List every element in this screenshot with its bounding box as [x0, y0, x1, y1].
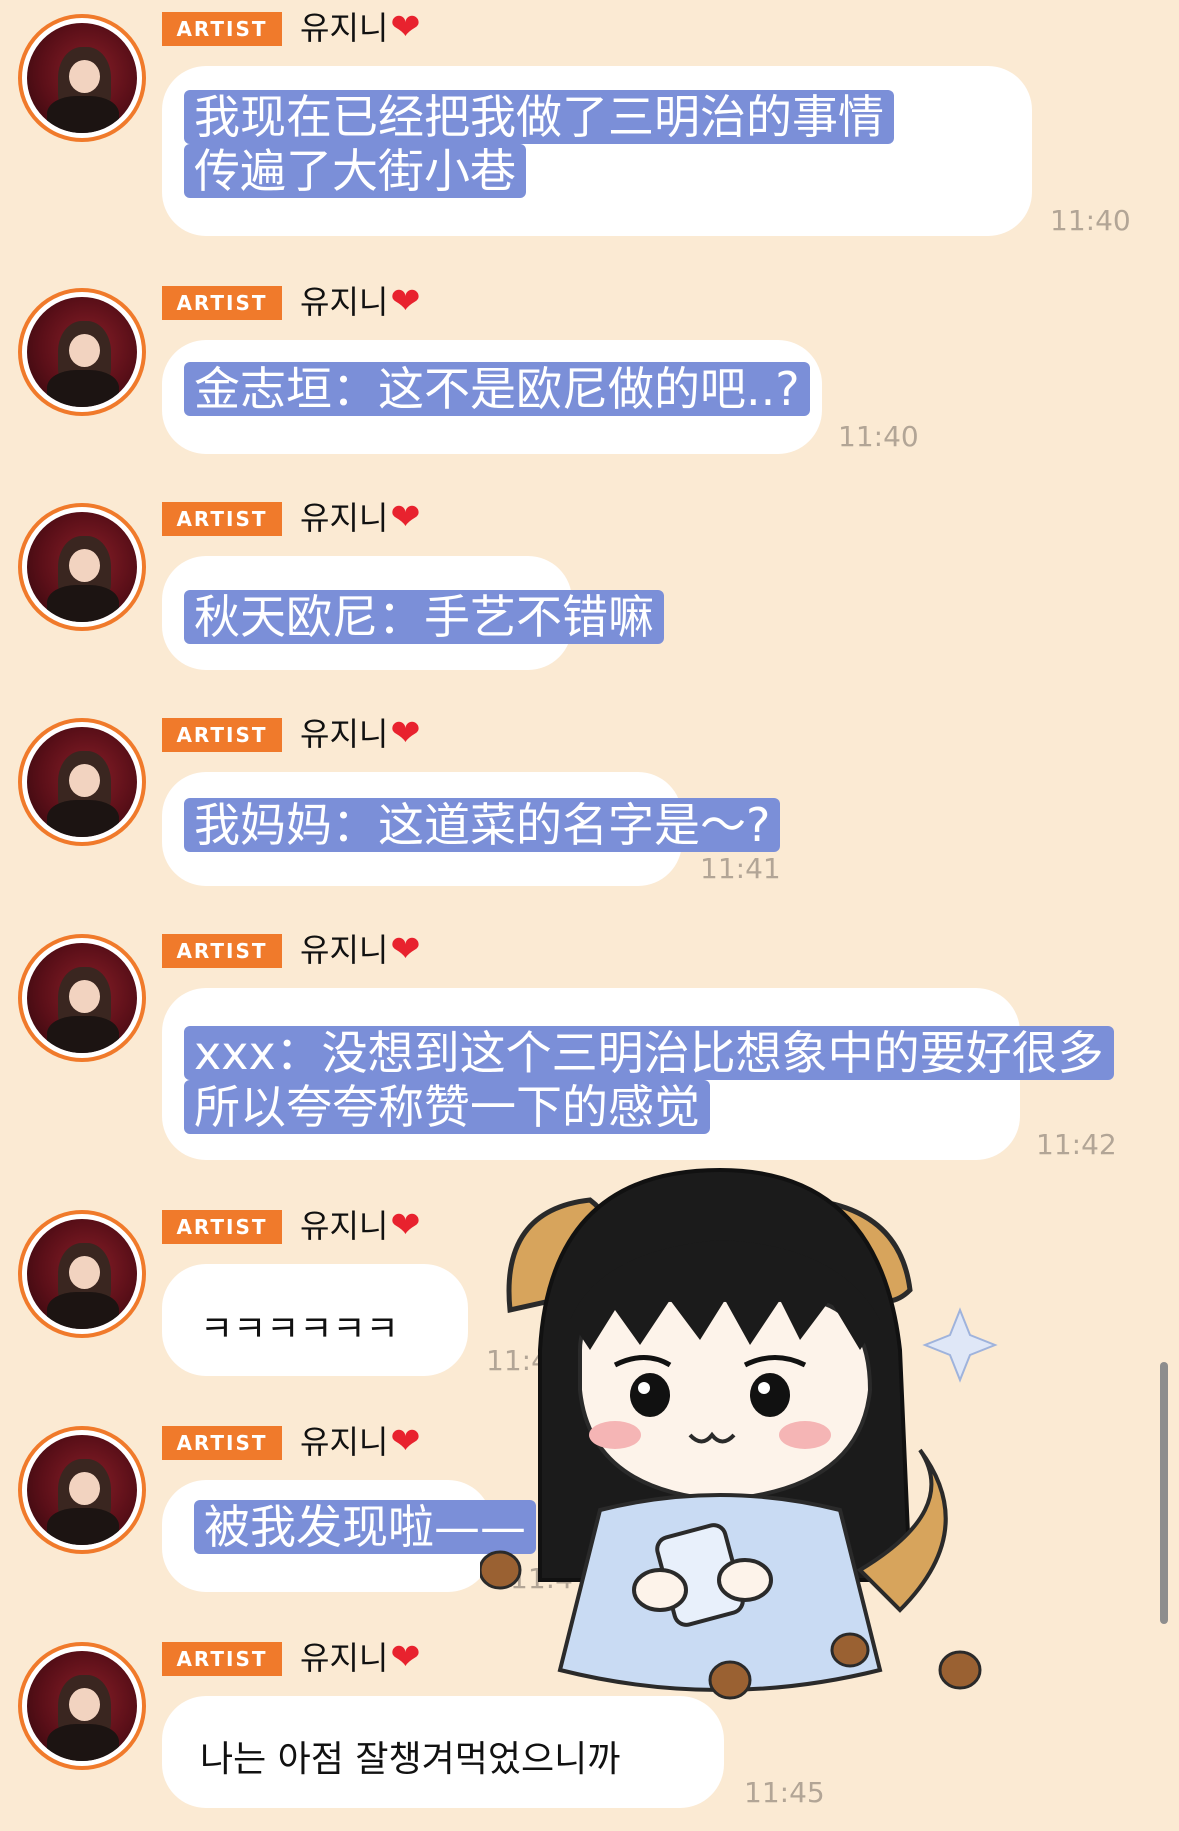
- artist-badge: ARTIST: [162, 718, 282, 752]
- avatar[interactable]: [18, 1210, 146, 1338]
- heart-icon: ❤: [390, 7, 421, 48]
- timestamp: 11:40: [1050, 204, 1131, 237]
- timestamp: 11:40: [838, 420, 919, 453]
- username: 유지니❤: [300, 713, 421, 754]
- message-text: 金志垣：这不是欧尼做的吧..?: [184, 362, 810, 416]
- username: 유지니❤: [300, 7, 421, 48]
- username: 유지니❤: [300, 497, 421, 538]
- avatar[interactable]: [18, 718, 146, 846]
- avatar[interactable]: [18, 14, 146, 142]
- avatar[interactable]: [18, 934, 146, 1062]
- artist-badge: ARTIST: [162, 1210, 282, 1244]
- message-text: 我妈妈：这道菜的名字是～?: [184, 798, 781, 852]
- heart-icon: ❤: [390, 1205, 421, 1246]
- timestamp: 11:42: [1036, 1128, 1117, 1161]
- timestamp: 11:45: [744, 1776, 825, 1809]
- username: 유지니❤: [300, 1637, 421, 1678]
- artist-badge: ARTIST: [162, 12, 282, 46]
- artist-badge: ARTIST: [162, 1642, 282, 1676]
- username: 유지니❤: [300, 929, 421, 970]
- heart-icon: ❤: [390, 281, 421, 322]
- avatar[interactable]: [18, 1426, 146, 1554]
- username: 유지니❤: [300, 1205, 421, 1246]
- artist-badge: ARTIST: [162, 934, 282, 968]
- message-text: ㅋㅋㅋㅋㅋㅋ: [200, 1309, 399, 1350]
- message-text: 秋天欧尼：手艺不错嘛: [184, 590, 664, 644]
- avatar[interactable]: [18, 503, 146, 631]
- heart-icon: ❤: [390, 1421, 421, 1462]
- artist-badge: ARTIST: [162, 286, 282, 320]
- avatar[interactable]: [18, 1642, 146, 1770]
- heart-icon: ❤: [390, 1637, 421, 1678]
- username: 유지니❤: [300, 1421, 421, 1462]
- artist-badge: ARTIST: [162, 502, 282, 536]
- message-text: 나는 아점 잘챙겨먹었으니까: [200, 1739, 621, 1780]
- timestamp: 11:41: [700, 852, 781, 885]
- username: 유지니❤: [300, 281, 421, 322]
- message-text: xxx：没想到这个三明治比想象中的要好很多 所以夸夸称赞一下的感觉: [184, 1026, 1114, 1134]
- message-text: 我现在已经把我做了三明治的事情 传遍了大街小巷: [184, 90, 894, 198]
- heart-icon: ❤: [390, 713, 421, 754]
- scrollbar[interactable]: [1160, 1362, 1168, 1624]
- heart-icon: ❤: [390, 929, 421, 970]
- avatar[interactable]: [18, 288, 146, 416]
- artist-badge: ARTIST: [162, 1426, 282, 1460]
- heart-icon: ❤: [390, 497, 421, 538]
- girl-with-phone-sticker: [480, 1167, 998, 1700]
